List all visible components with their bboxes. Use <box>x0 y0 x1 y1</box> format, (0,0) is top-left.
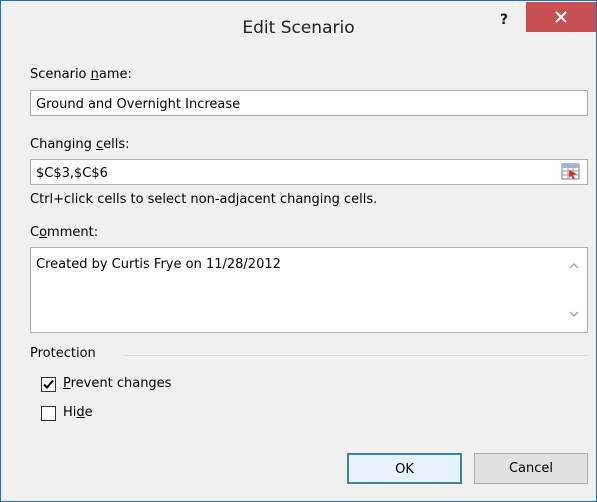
scroll-up-icon[interactable] <box>569 262 579 269</box>
ok-button[interactable]: OK <box>347 453 462 484</box>
checkmark-icon <box>43 379 54 389</box>
close-button[interactable] <box>526 2 596 32</box>
collapse-range-icon <box>561 163 580 180</box>
hide-label[interactable]: Hide <box>63 405 93 420</box>
scenario-name-label: Scenario name: <box>30 67 132 82</box>
close-icon <box>555 11 567 23</box>
hide-checkbox[interactable] <box>41 406 56 421</box>
changing-cells-hint: Ctrl+click cells to select non-adjacent … <box>30 192 378 207</box>
changing-cells-value: $C$3,$C$6 <box>36 166 108 181</box>
protection-divider <box>124 355 588 356</box>
title-bar[interactable]: Edit Scenario ? <box>1 1 596 56</box>
help-button[interactable]: ? <box>489 11 519 33</box>
comment-label: Comment: <box>30 225 99 240</box>
changing-cells-label: Changing cells: <box>30 137 130 152</box>
comment-text: Created by Curtis Frye on 11/28/2012 <box>36 257 281 272</box>
comment-scrollbar[interactable] <box>561 248 587 332</box>
scenario-name-input[interactable]: Ground and Overnight Increase <box>30 90 588 116</box>
protection-group-label: Protection <box>30 346 96 361</box>
scroll-down-icon[interactable] <box>569 311 579 318</box>
changing-cells-input[interactable]: $C$3,$C$6 <box>30 159 588 185</box>
prevent-changes-checkbox[interactable] <box>41 377 56 392</box>
edit-scenario-dialog: Edit Scenario ? Scenario name: Ground an… <box>0 0 597 502</box>
comment-textarea[interactable]: Created by Curtis Frye on 11/28/2012 <box>30 247 588 333</box>
cancel-button[interactable]: Cancel <box>474 453 588 484</box>
prevent-changes-label[interactable]: Prevent changes <box>63 376 171 391</box>
collapse-range-button[interactable] <box>558 160 583 184</box>
